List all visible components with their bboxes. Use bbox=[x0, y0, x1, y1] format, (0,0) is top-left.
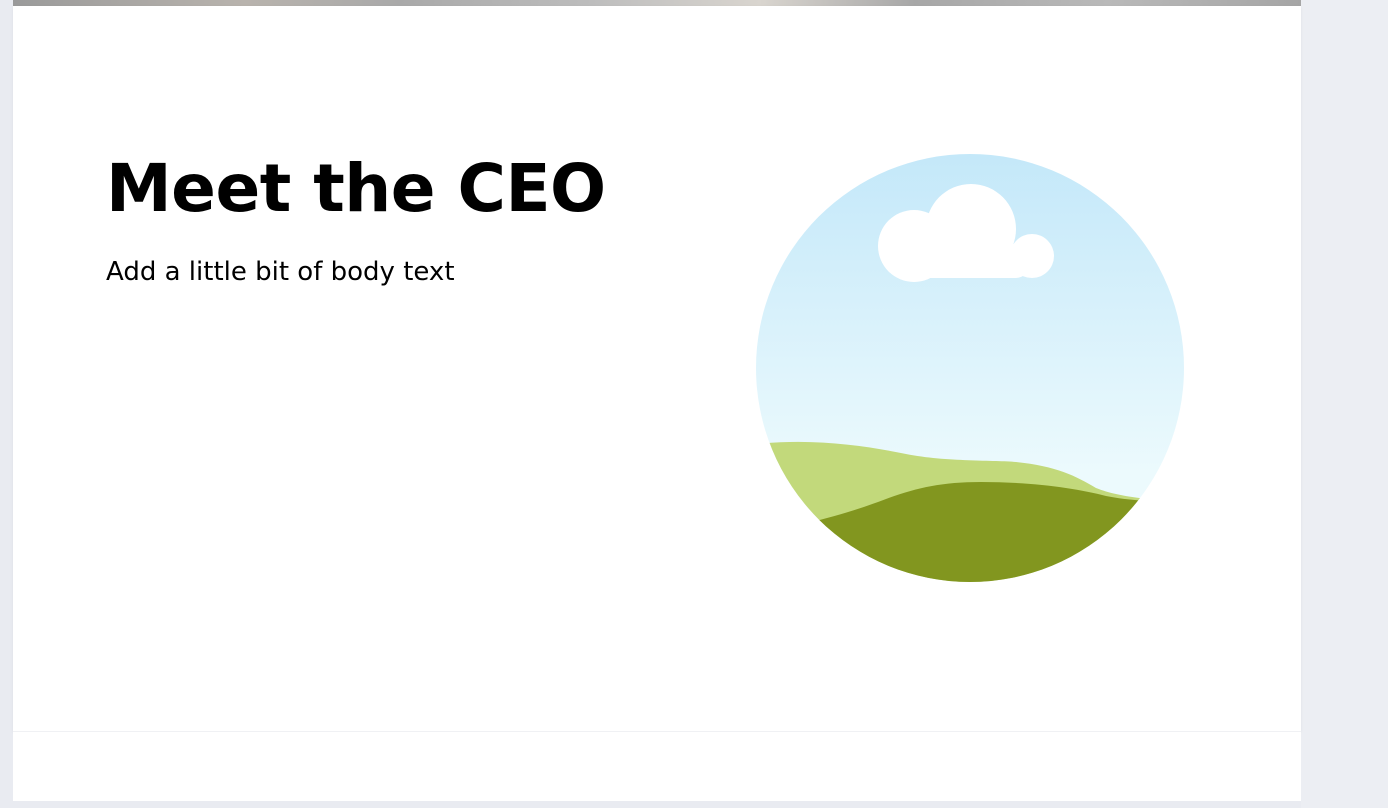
canvas-right-gutter bbox=[1301, 0, 1388, 808]
landscape-placeholder-icon[interactable] bbox=[756, 154, 1184, 582]
slide-page[interactable]: Meet the CEO Add a little bit of body te… bbox=[13, 6, 1301, 731]
slide-title[interactable]: Meet the CEO bbox=[106, 156, 606, 222]
editor-canvas-area: Meet the CEO Add a little bit of body te… bbox=[0, 0, 1388, 808]
slide-body-text[interactable]: Add a little bit of body text bbox=[106, 257, 455, 288]
next-slide-page[interactable] bbox=[13, 731, 1301, 801]
